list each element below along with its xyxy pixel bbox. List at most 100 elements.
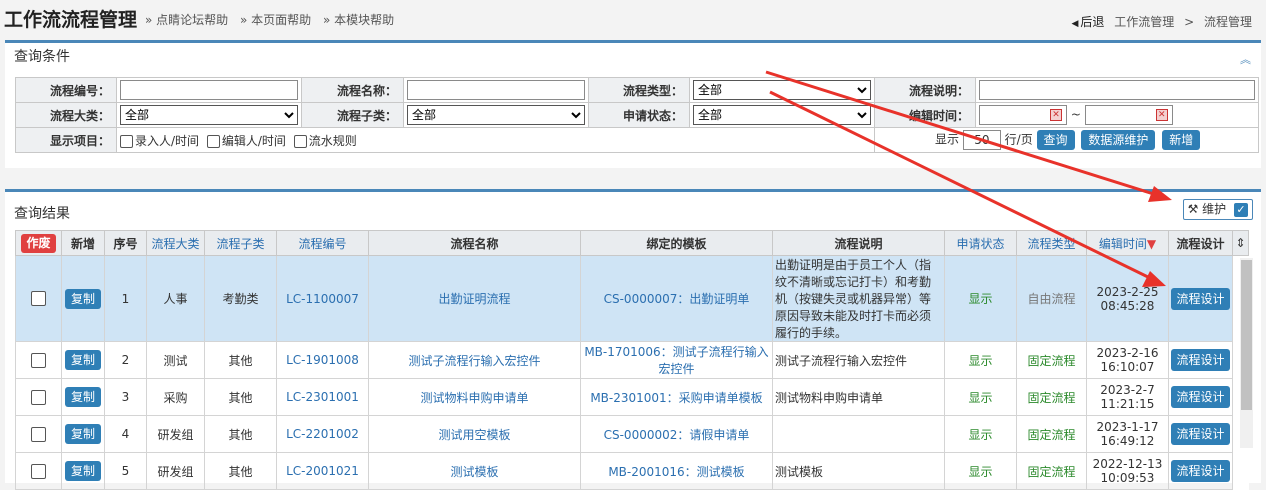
checkbox-edit-user[interactable]: [206, 134, 220, 148]
clear-date-icon[interactable]: ✕: [1050, 109, 1062, 121]
breadcrumb-item-process: 流程管理: [1203, 15, 1252, 29]
results-panel: 查询结果 ⚒ 维护 ✓ 作废 新增 序号 流程大类 流程子类 流程编号 流程名称…: [5, 189, 1261, 490]
rows-per-page-input[interactable]: 50: [962, 130, 1001, 150]
row-checkbox[interactable]: [31, 291, 46, 306]
col-design: 流程设计: [1168, 230, 1233, 256]
type-select[interactable]: 全部: [693, 80, 871, 100]
checkbox-entry-user[interactable]: [120, 134, 133, 148]
copy-button[interactable]: 复制: [64, 387, 101, 407]
collapse-icon[interactable]: ︽: [1240, 51, 1251, 67]
checkbox-serial-rule[interactable]: [293, 134, 307, 148]
template-link[interactable]: MB-1701006：测试子流程行输入宏控件: [580, 341, 773, 379]
query-panel: 查询条件 ︽ 流程编号： 流程名称： 流程类型： 全部 流程说明： 流程大类： …: [5, 40, 1261, 168]
breadcrumb-item-workflow[interactable]: 工作流管理: [1114, 15, 1174, 29]
maintain-toggle[interactable]: ⚒ 维护 ✓: [1182, 199, 1253, 220]
code-label: 流程编号：: [15, 77, 117, 103]
process-code-link[interactable]: LC-2201002: [276, 415, 369, 453]
col-edit-time[interactable]: 编辑时间▼: [1086, 230, 1169, 256]
process-name-link[interactable]: 测试物料申购申请单: [368, 378, 581, 416]
process-code-link[interactable]: LC-2301001: [276, 378, 369, 416]
process-code-link[interactable]: LC-1901008: [276, 341, 369, 379]
process-code-link[interactable]: LC-1100007: [276, 255, 369, 342]
breadcrumb: ◀ 后退 工作流管理 > 流程管理: [1065, 13, 1252, 30]
design-button[interactable]: 流程设计: [1171, 460, 1230, 482]
desc-input[interactable]: [979, 80, 1255, 100]
forum-help-link[interactable]: » 点睛论坛帮助: [145, 13, 228, 27]
edit-time-start-input[interactable]: ✕: [979, 105, 1067, 125]
table-row[interactable]: 复制 2 测试 其他 LC-1901008 测试子流程行输入宏控件 MB-170…: [15, 341, 1249, 379]
category-label: 流程大类：: [15, 102, 117, 128]
copy-button[interactable]: 复制: [64, 350, 101, 370]
process-name-link[interactable]: 测试子流程行输入宏控件: [368, 341, 581, 379]
process-code-link[interactable]: LC-2001021: [276, 452, 369, 490]
col-name: 流程名称: [368, 230, 581, 256]
column-settings-icon[interactable]: ⇕: [1232, 230, 1249, 256]
edit-time-end-input[interactable]: ✕: [1084, 105, 1173, 125]
query-title: 查询条件: [14, 49, 70, 65]
row-checkbox[interactable]: [31, 463, 46, 479]
table-row[interactable]: 复制 1 人事 考勤类 LC-1100007 出勤证明流程 CS-0000007…: [15, 255, 1249, 490]
add-button[interactable]: 新增: [1162, 130, 1201, 150]
results-table: 作废 新增 序号 流程大类 流程子类 流程编号 流程名称 绑定的模板 流程说明 …: [15, 230, 1249, 490]
row-checkbox[interactable]: [31, 389, 46, 405]
page-help-link[interactable]: » 本页面帮助: [240, 13, 311, 27]
design-button[interactable]: 流程设计: [1171, 423, 1230, 445]
template-link[interactable]: MB-2001016：测试模板: [580, 452, 773, 490]
table-row[interactable]: 复制 5 研发组 其他 LC-2001021 测试模板 MB-2001016：测…: [15, 452, 1249, 490]
void-button[interactable]: 作废: [21, 233, 56, 253]
table-row[interactable]: 复制 4 研发组 其他 LC-2201002 测试用空模板 CS-0000002…: [15, 415, 1249, 453]
col-subcategory[interactable]: 流程子类: [204, 230, 277, 256]
scroll-thumb[interactable]: [1241, 260, 1252, 410]
desc-label: 流程说明：: [874, 77, 976, 103]
edit-time-label: 编辑时间：: [874, 102, 976, 128]
back-arrow-icon: ◀: [1071, 19, 1079, 29]
template-link[interactable]: MB-2301001：采购申请单模板: [580, 378, 773, 416]
row-checkbox[interactable]: [31, 352, 46, 368]
design-button[interactable]: 流程设计: [1171, 287, 1230, 310]
col-type[interactable]: 流程类型: [1016, 230, 1087, 256]
clear-date-icon[interactable]: ✕: [1155, 109, 1168, 121]
maintain-checkbox[interactable]: ✓: [1234, 202, 1248, 217]
top-bar: 工作流流程管理 » 点睛论坛帮助 » 本页面帮助 » 本模块帮助 ◀ 后退 工作流…: [0, 0, 1266, 36]
category-select[interactable]: 全部: [120, 105, 298, 125]
design-button[interactable]: 流程设计: [1171, 349, 1230, 371]
template-link[interactable]: CS-0000002：请假申请单: [580, 415, 773, 453]
copy-button[interactable]: 复制: [64, 461, 101, 481]
breadcrumb-sep: >: [1184, 15, 1195, 29]
copy-button[interactable]: 复制: [64, 424, 101, 444]
rows-unit: 行/页: [1004, 132, 1033, 147]
type-label: 流程类型：: [588, 77, 690, 103]
process-name-link[interactable]: 测试用空模板: [368, 415, 581, 453]
col-category[interactable]: 流程大类: [146, 230, 205, 256]
copy-button[interactable]: 复制: [64, 288, 101, 309]
col-code[interactable]: 流程编号: [276, 230, 369, 256]
name-label: 流程名称：: [301, 77, 404, 103]
table-header: 作废 新增 序号 流程大类 流程子类 流程编号 流程名称 绑定的模板 流程说明 …: [15, 230, 1249, 256]
tools-icon: ⚒: [1187, 202, 1199, 216]
vertical-scrollbar[interactable]: [1240, 258, 1253, 448]
display-items-label: 显示项目：: [15, 127, 117, 153]
subcategory-select[interactable]: 全部: [407, 105, 585, 125]
col-add: 新增: [61, 230, 105, 256]
query-form: 流程编号： 流程名称： 流程类型： 全部 流程说明： 流程大类： 全部 流程子类…: [15, 77, 1259, 153]
table-row[interactable]: 复制 3 采购 其他 LC-2301001 测试物料申购申请单 MB-23010…: [15, 378, 1249, 416]
search-button[interactable]: 查询: [1036, 130, 1075, 150]
help-links: » 点睛论坛帮助 » 本页面帮助 » 本模块帮助: [145, 11, 402, 28]
datasource-button[interactable]: 数据源维护: [1081, 130, 1156, 150]
col-desc: 流程说明: [772, 230, 945, 256]
name-input[interactable]: [407, 80, 585, 100]
design-button[interactable]: 流程设计: [1171, 386, 1230, 408]
page-title: 工作流流程管理: [4, 9, 138, 31]
back-button[interactable]: ◀ 后退: [1071, 15, 1104, 29]
template-link[interactable]: CS-0000007：出勤证明单: [580, 255, 773, 342]
sort-desc-icon: ▼: [1146, 236, 1157, 251]
process-name-link[interactable]: 出勤证明流程: [368, 255, 581, 342]
col-status[interactable]: 申请状态: [944, 230, 1017, 256]
date-range-sep: ~: [1070, 107, 1081, 122]
apply-status-select[interactable]: 全部: [693, 105, 871, 125]
module-help-link[interactable]: » 本模块帮助: [323, 13, 394, 27]
code-input[interactable]: [120, 80, 298, 100]
process-name-link[interactable]: 测试模板: [368, 452, 581, 490]
col-index: 序号: [104, 230, 147, 256]
row-checkbox[interactable]: [31, 426, 46, 442]
